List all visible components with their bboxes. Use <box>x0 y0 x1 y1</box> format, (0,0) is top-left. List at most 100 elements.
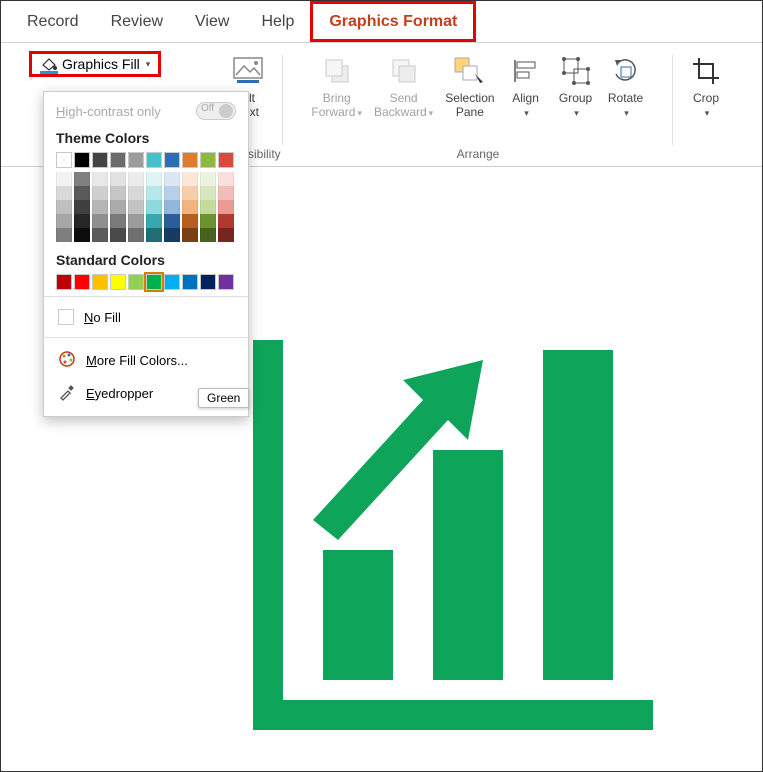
more-colors-item[interactable]: More Fill Colors...More Fill Colors... <box>56 344 236 377</box>
palette-icon <box>58 350 76 371</box>
tint-swatch[interactable] <box>110 186 126 200</box>
theme-swatch[interactable] <box>218 152 234 168</box>
tint-swatch[interactable] <box>182 228 198 242</box>
tint-swatch[interactable] <box>128 186 144 200</box>
graphics-fill-button[interactable]: Graphics Fill ▾ <box>29 51 161 77</box>
theme-swatch[interactable] <box>146 152 162 168</box>
standard-swatch[interactable] <box>128 274 144 290</box>
standard-swatch[interactable] <box>218 274 234 290</box>
group-arrange: Bring Forward▾ Send Backward▾ Selection … <box>283 51 673 161</box>
standard-swatch[interactable] <box>200 274 216 290</box>
standard-swatch[interactable] <box>164 274 180 290</box>
tint-swatch[interactable] <box>218 228 234 242</box>
theme-swatch[interactable] <box>92 152 108 168</box>
no-fill-label: No FillNo Fill <box>84 310 121 325</box>
theme-swatch[interactable] <box>182 152 198 168</box>
theme-swatch[interactable] <box>200 152 216 168</box>
tint-swatch[interactable] <box>56 200 72 214</box>
tint-swatch[interactable] <box>56 186 72 200</box>
tab-record[interactable]: Record <box>11 1 95 42</box>
crop-button[interactable]: Crop▾ <box>681 51 731 122</box>
tint-swatch[interactable] <box>110 200 126 214</box>
tint-swatch[interactable] <box>92 214 108 228</box>
tint-swatch[interactable] <box>200 200 216 214</box>
tint-swatch[interactable] <box>74 228 90 242</box>
tab-graphics-format[interactable]: Graphics Format <box>310 1 476 42</box>
tint-swatch[interactable] <box>146 228 162 242</box>
tint-swatch[interactable] <box>128 228 144 242</box>
rotate-label: Rotate▾ <box>608 91 643 120</box>
theme-swatch[interactable] <box>74 152 90 168</box>
group-label: Group▾ <box>559 91 592 120</box>
tint-swatch[interactable] <box>182 214 198 228</box>
tint-swatch[interactable] <box>146 200 162 214</box>
tint-swatch[interactable] <box>74 172 90 186</box>
theme-swatch[interactable] <box>164 152 180 168</box>
tint-swatch[interactable] <box>128 200 144 214</box>
tint-swatch[interactable] <box>56 214 72 228</box>
tint-swatch[interactable] <box>164 186 180 200</box>
tint-swatch[interactable] <box>218 172 234 186</box>
tint-swatch[interactable] <box>164 228 180 242</box>
send-backward-label: Send Backward▾ <box>374 91 433 120</box>
tint-swatch[interactable] <box>74 214 90 228</box>
tint-swatch[interactable] <box>164 214 180 228</box>
high-contrast-row: HHigh-contrast onlyigh-contrast only Off <box>56 102 236 120</box>
tint-swatch[interactable] <box>182 186 198 200</box>
tint-swatch[interactable] <box>146 172 162 186</box>
theme-color-row <box>56 152 236 168</box>
standard-swatch[interactable] <box>74 274 90 290</box>
inserted-graphic[interactable] <box>253 340 653 740</box>
group-size: Crop▾ <box>673 51 739 161</box>
tint-swatch[interactable] <box>218 200 234 214</box>
standard-swatch[interactable] <box>92 274 108 290</box>
tint-swatch[interactable] <box>74 200 90 214</box>
tint-swatch[interactable] <box>146 186 162 200</box>
tab-view[interactable]: View <box>179 1 245 42</box>
selection-pane-icon <box>452 53 488 89</box>
tint-swatch[interactable] <box>200 172 216 186</box>
standard-swatch[interactable] <box>146 274 162 290</box>
tint-swatch[interactable] <box>110 228 126 242</box>
tint-swatch[interactable] <box>92 200 108 214</box>
no-fill-item[interactable]: No FillNo Fill <box>56 303 236 331</box>
theme-swatch[interactable] <box>110 152 126 168</box>
tint-swatch[interactable] <box>110 214 126 228</box>
tint-swatch[interactable] <box>200 228 216 242</box>
color-picker-popup: HHigh-contrast onlyigh-contrast only Off… <box>43 91 249 417</box>
selection-pane-button[interactable]: Selection Pane <box>439 51 500 122</box>
high-contrast-toggle[interactable]: Off <box>196 102 236 120</box>
tint-swatch[interactable] <box>56 228 72 242</box>
align-button[interactable]: Align▾ <box>501 51 551 122</box>
tint-swatch[interactable] <box>182 200 198 214</box>
tint-swatch[interactable] <box>218 186 234 200</box>
tint-swatch[interactable] <box>164 200 180 214</box>
standard-swatch[interactable] <box>56 274 72 290</box>
tint-swatch[interactable] <box>128 172 144 186</box>
tab-review[interactable]: Review <box>95 1 179 42</box>
tint-swatch[interactable] <box>182 172 198 186</box>
tint-swatch[interactable] <box>92 186 108 200</box>
tint-swatch[interactable] <box>164 172 180 186</box>
tint-swatch[interactable] <box>200 186 216 200</box>
tint-swatch[interactable] <box>74 186 90 200</box>
group-button[interactable]: Group▾ <box>551 51 601 122</box>
theme-swatch[interactable] <box>128 152 144 168</box>
tint-swatch[interactable] <box>218 214 234 228</box>
tint-swatch[interactable] <box>56 172 72 186</box>
tint-swatch[interactable] <box>146 214 162 228</box>
theme-swatch[interactable] <box>56 152 72 168</box>
tint-swatch[interactable] <box>92 172 108 186</box>
tint-swatch[interactable] <box>110 172 126 186</box>
bring-forward-button[interactable]: Bring Forward▾ <box>305 51 368 122</box>
tab-help[interactable]: Help <box>245 1 310 42</box>
tint-swatch[interactable] <box>128 214 144 228</box>
align-label: Align▾ <box>512 91 539 120</box>
send-backward-button[interactable]: Send Backward▾ <box>368 51 439 122</box>
standard-swatch[interactable] <box>182 274 198 290</box>
standard-swatch[interactable] <box>110 274 126 290</box>
rotate-button[interactable]: Rotate▾ <box>601 51 651 122</box>
toggle-knob <box>219 104 233 118</box>
tint-swatch[interactable] <box>200 214 216 228</box>
tint-swatch[interactable] <box>92 228 108 242</box>
